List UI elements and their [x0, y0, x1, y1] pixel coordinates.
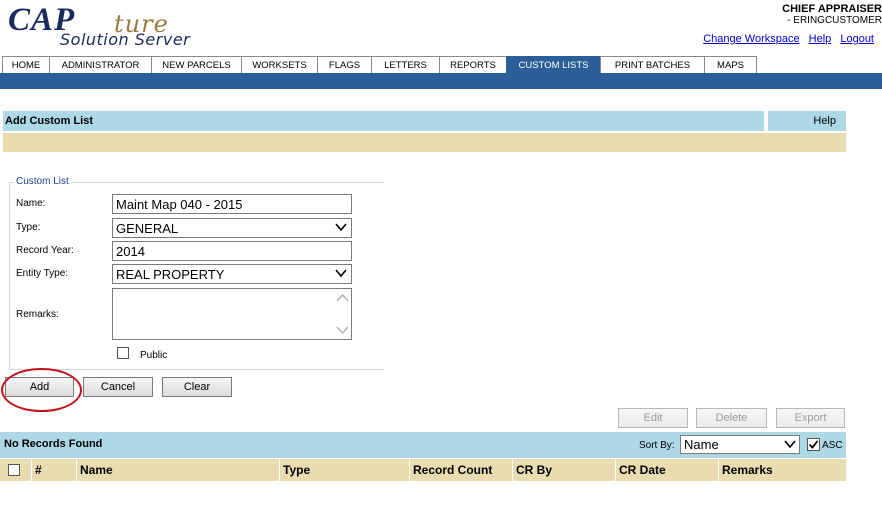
public-checkbox[interactable]: [117, 347, 129, 359]
col-header-record-count[interactable]: Record Count: [409, 459, 512, 481]
page-help-link[interactable]: Help: [813, 115, 836, 127]
record-year-label: Record Year:: [16, 245, 74, 256]
col-header-type[interactable]: Type: [279, 459, 409, 481]
col-header-cr-date[interactable]: CR Date: [615, 459, 718, 481]
remarks-textarea[interactable]: [112, 288, 352, 340]
top-links: Change Workspace Help Logout: [697, 33, 874, 45]
tab-flags[interactable]: FLAGS: [317, 56, 372, 73]
record-year-value: 2014: [116, 243, 145, 259]
grid-column-header: # Name Type Record Count CR By CR Date R…: [0, 459, 846, 481]
record-year-input[interactable]: 2014: [112, 241, 352, 261]
delete-button[interactable]: Delete: [696, 408, 767, 428]
asc-label: ASC: [822, 440, 843, 451]
tab-print-batches[interactable]: PRINT BATCHES: [600, 56, 705, 73]
col-select-all: [0, 459, 31, 481]
tab-home[interactable]: HOME: [2, 56, 50, 73]
sort-by-label: Sort By:: [639, 440, 675, 451]
add-button-highlight-circle: [1, 368, 82, 412]
sort-by-select[interactable]: Name: [680, 435, 800, 454]
chevron-down-icon: [335, 223, 347, 232]
logo-subtitle: Solution Server: [60, 30, 191, 49]
list-header-bar: No Records Found Sort By: Name ASC: [0, 432, 846, 458]
clear-button[interactable]: Clear: [162, 377, 232, 397]
cancel-button[interactable]: Cancel: [83, 377, 153, 397]
type-select[interactable]: GENERAL: [112, 218, 352, 238]
tab-letters[interactable]: LETTERS: [371, 56, 440, 73]
select-all-checkbox[interactable]: [8, 464, 20, 476]
page-title: Add Custom List: [5, 115, 93, 127]
chevron-down-icon: [335, 269, 347, 278]
app-logo: CAP ture Solution Server: [6, 2, 246, 54]
entity-type-value: REAL PROPERTY: [116, 266, 225, 282]
tab-worksets[interactable]: WORKSETS: [241, 56, 318, 73]
textarea-scrollbar[interactable]: [334, 289, 351, 339]
type-select-value: GENERAL: [116, 220, 179, 236]
tab-new-parcels[interactable]: NEW PARCELS: [151, 56, 242, 73]
entity-type-label: Entity Type:: [16, 268, 69, 279]
page-title-bar: Add Custom List Help: [3, 111, 846, 131]
col-header-name[interactable]: Name: [76, 459, 279, 481]
public-label: Public: [140, 350, 168, 361]
sort-by-value: Name: [684, 437, 719, 452]
page: CAP ture Solution Server CHIEF APPRAISER…: [0, 0, 882, 514]
tab-reports[interactable]: REPORTS: [439, 56, 507, 73]
title-bar-separator: [764, 111, 768, 131]
help-link[interactable]: Help: [809, 33, 832, 45]
list-status: No Records Found: [4, 438, 103, 450]
logout-link[interactable]: Logout: [840, 33, 874, 45]
user-block: CHIEF APPRAISER - ERINGCUSTOMER: [682, 3, 882, 26]
scroll-up-icon: [336, 293, 349, 302]
tab-custom-lists[interactable]: CUSTOM LISTS: [506, 56, 601, 73]
edit-button[interactable]: Edit: [618, 408, 688, 428]
scroll-down-icon: [336, 326, 349, 335]
asc-checkbox[interactable]: [807, 438, 820, 451]
user-role: CHIEF APPRAISER: [782, 3, 882, 15]
user-name: - ERINGCUSTOMER: [787, 15, 882, 26]
message-bar: [3, 133, 846, 152]
export-button[interactable]: Export: [776, 408, 845, 428]
col-header-remarks[interactable]: Remarks: [718, 459, 846, 481]
chevron-down-icon: [784, 440, 796, 449]
col-header-number[interactable]: #: [31, 459, 76, 481]
type-label: Type:: [16, 222, 41, 233]
name-input[interactable]: Maint Map 040 - 2015: [112, 194, 352, 214]
tab-administrator[interactable]: ADMINISTRATOR: [49, 56, 152, 73]
nav-underline-bar: [0, 73, 882, 89]
entity-type-select[interactable]: REAL PROPERTY: [112, 264, 352, 284]
change-workspace-link[interactable]: Change Workspace: [703, 33, 799, 45]
tab-maps[interactable]: MAPS: [704, 56, 757, 73]
name-input-value: Maint Map 040 - 2015: [116, 196, 243, 212]
col-header-cr-by[interactable]: CR By: [512, 459, 615, 481]
name-label: Name:: [16, 198, 46, 209]
checkmark-icon: [808, 440, 819, 449]
fieldset-legend: Custom List: [14, 176, 71, 187]
main-nav: HOME ADMINISTRATOR NEW PARCELS WORKSETS …: [2, 56, 757, 73]
remarks-label: Remarks:: [16, 309, 59, 320]
